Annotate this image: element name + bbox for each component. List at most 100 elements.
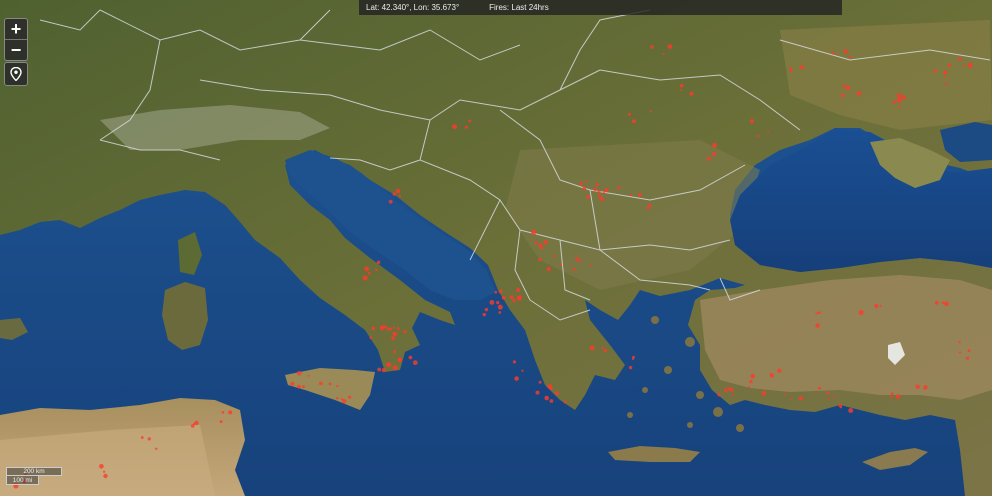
fire-point — [848, 55, 852, 59]
fire-point — [934, 300, 939, 305]
fire-point — [395, 188, 401, 194]
fire-point — [617, 186, 621, 190]
fire-point — [498, 311, 502, 314]
fire-point — [579, 260, 582, 263]
fire-point — [628, 365, 633, 370]
fire-point — [650, 110, 652, 113]
map-pin-icon — [10, 67, 22, 81]
fire-point — [967, 349, 971, 352]
fire-point — [828, 397, 830, 400]
fire-point — [391, 336, 396, 341]
locate-button[interactable] — [4, 62, 28, 86]
fire-point — [328, 382, 332, 386]
fire-point — [516, 287, 521, 293]
fire-point — [579, 182, 583, 186]
fire-point — [833, 395, 837, 398]
fire-point — [386, 362, 392, 368]
fire-point — [749, 379, 753, 384]
fire-point — [387, 328, 390, 331]
cursor-coordinates: Lat: 42.340°, Lon: 35.673° — [366, 3, 460, 12]
fire-point — [707, 156, 712, 161]
fire-point — [364, 266, 370, 272]
fire-point — [933, 69, 937, 73]
fire-point — [842, 84, 846, 88]
fire-point — [679, 83, 684, 88]
fire-point — [290, 381, 295, 386]
fire-point — [667, 44, 673, 49]
fire-point — [597, 190, 601, 194]
fire-point — [190, 424, 195, 428]
fires-layer-label: Fires: Last 24hrs — [489, 3, 549, 12]
fire-point — [521, 369, 524, 372]
fire-point — [967, 62, 973, 68]
fire-point — [403, 330, 407, 334]
fire-point — [749, 119, 755, 124]
fire-point — [496, 301, 500, 305]
fire-point — [815, 323, 820, 328]
fire-point — [341, 398, 343, 400]
fire-point — [307, 374, 310, 377]
fire-point — [602, 191, 606, 195]
zoom-in-button[interactable]: + — [5, 19, 27, 39]
fire-point — [582, 186, 587, 190]
fire-point — [648, 203, 652, 208]
fire-point — [784, 393, 787, 396]
fire-point — [944, 70, 948, 74]
fire-point — [898, 97, 902, 100]
fire-point — [575, 257, 580, 262]
fire-point — [397, 327, 400, 330]
fire-point — [593, 187, 598, 192]
fire-point — [534, 241, 538, 245]
fire-point — [856, 91, 862, 96]
fire-point — [552, 254, 556, 258]
fire-point — [369, 336, 373, 340]
fire-point — [769, 373, 775, 378]
fire-point — [747, 386, 751, 389]
fire-point — [155, 447, 158, 450]
fire-point — [958, 57, 962, 61]
fire-point — [336, 384, 339, 388]
fire-point — [586, 195, 591, 200]
fire-point — [99, 464, 104, 469]
fire-point — [388, 199, 393, 204]
fire-point — [484, 307, 489, 312]
fire-point — [629, 193, 633, 196]
fire-point — [839, 406, 843, 409]
fire-point — [371, 326, 376, 331]
fire-point — [724, 388, 728, 393]
fire-point — [147, 437, 151, 441]
fire-point — [595, 182, 599, 186]
fire-point — [915, 384, 920, 389]
fire-point — [381, 368, 386, 373]
fire-point — [941, 301, 945, 305]
fire-point — [302, 385, 305, 389]
fire-point — [412, 360, 418, 366]
fire-point — [336, 397, 339, 400]
fire-point — [896, 93, 902, 98]
fire-point — [512, 298, 516, 303]
satellite-map[interactable] — [0, 0, 992, 496]
fire-point — [761, 390, 767, 396]
fire-point — [589, 345, 595, 351]
fire-point — [489, 300, 495, 305]
fire-point — [468, 119, 472, 123]
fire-point — [554, 391, 560, 396]
zoom-out-button[interactable]: − — [5, 39, 27, 60]
fire-point — [732, 393, 735, 396]
fire-point — [494, 290, 498, 294]
fire-point — [890, 392, 894, 396]
zoom-controls: + − — [4, 18, 28, 61]
fire-point — [398, 194, 401, 198]
fire-point — [958, 341, 961, 344]
fire-point — [501, 295, 506, 300]
fire-point — [535, 390, 540, 395]
fire-point — [376, 260, 381, 265]
fire-point — [599, 196, 605, 202]
fire-point — [549, 399, 554, 403]
fire-point — [890, 395, 893, 399]
fire-point — [756, 134, 759, 138]
fire-point — [375, 268, 378, 272]
scale-km: 200 km — [6, 467, 62, 476]
fire-point — [750, 373, 755, 379]
fire-point — [589, 264, 592, 267]
